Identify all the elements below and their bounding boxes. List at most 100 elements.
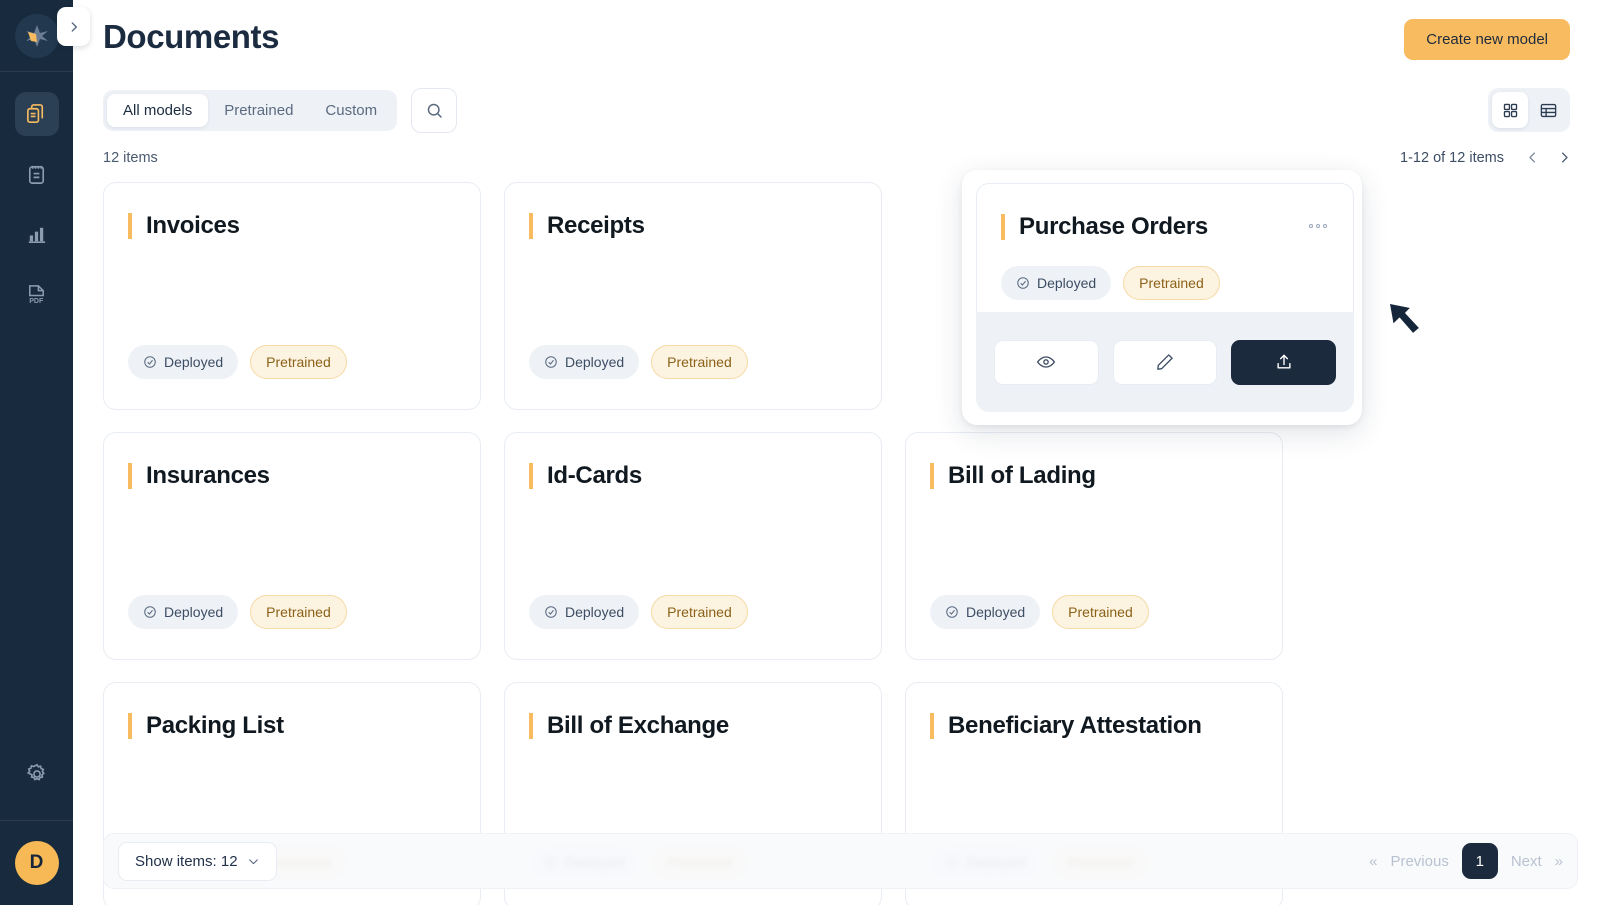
grid-view-button[interactable]	[1492, 92, 1528, 128]
sidebar-nav: PDF	[14, 92, 59, 316]
model-card-invoices[interactable]: Invoices Deployed Pretrained	[103, 182, 481, 410]
pdf-icon: PDF	[29, 284, 44, 305]
search-icon	[427, 103, 442, 118]
sidebar-collapse-button[interactable]	[57, 7, 90, 46]
sidebar-item-pdf[interactable]: PDF	[15, 272, 59, 316]
card-header: Purchase Orders	[1001, 213, 1329, 241]
pagination-bar: Show items: 12 « Previous 1 Next »	[103, 833, 1578, 889]
status-badge-pretrained: Pretrained	[1052, 595, 1149, 629]
model-card-bill-of-lading[interactable]: Bill of Lading Deployed Pretrained	[905, 432, 1283, 660]
filter-row: All models Pretrained Custom	[103, 88, 458, 133]
show-items-dropdown[interactable]: Show items: 12	[118, 841, 277, 881]
clipboard-icon	[28, 165, 45, 184]
more-options-icon	[1309, 224, 1313, 228]
svg-text:PDF: PDF	[29, 297, 44, 305]
status-badge-deployed: Deployed	[128, 595, 239, 629]
search-button[interactable]	[411, 88, 458, 133]
chevron-right-icon	[1561, 152, 1568, 162]
range-info: 1-12 of 12 items	[1400, 150, 1504, 166]
check-circle-icon	[545, 606, 557, 618]
check-circle-icon	[1017, 277, 1029, 290]
logo-star-icon	[25, 24, 48, 47]
card-title: Insurances	[128, 462, 270, 490]
card-badges: Deployed Pretrained	[930, 595, 1258, 629]
tab-pretrained[interactable]: Pretrained	[208, 94, 309, 127]
card-title: Receipts	[529, 212, 645, 240]
page-number-1[interactable]: 1	[1461, 843, 1498, 879]
check-circle-icon	[144, 356, 156, 368]
badge-label: Deployed	[565, 604, 625, 620]
upload-action-button[interactable]	[1231, 339, 1337, 385]
next-page-button[interactable]: Next	[1511, 853, 1542, 870]
view-mode-toggle	[1488, 88, 1570, 132]
badge-label: Deployed	[966, 604, 1026, 620]
model-filter-tabs: All models Pretrained Custom	[103, 90, 398, 131]
card-more-options-button[interactable]	[1309, 214, 1329, 228]
tab-all-models[interactable]: All models	[107, 94, 209, 127]
create-new-model-button[interactable]: Create new model	[1404, 19, 1570, 60]
check-circle-icon	[946, 606, 958, 618]
avatar[interactable]: D	[14, 841, 59, 885]
card-title: Invoices	[128, 212, 240, 240]
badge-label: Deployed	[1037, 275, 1097, 292]
model-card-insurances[interactable]: Insurances Deployed Pretrained	[103, 432, 481, 660]
range-next-button[interactable]	[1554, 146, 1574, 168]
badge-label: Deployed	[164, 354, 224, 370]
model-card-id-cards[interactable]: Id-Cards Deployed Pretrained	[504, 432, 882, 660]
documents-icon	[27, 103, 44, 123]
tab-custom[interactable]: Custom	[309, 94, 393, 127]
previous-page-button[interactable]: Previous	[1390, 853, 1448, 870]
range-navigation	[1522, 146, 1574, 168]
card-badges: Deployed Pretrained	[529, 595, 857, 629]
card-badges: Deployed Pretrained	[128, 595, 456, 629]
card-title: Beneficiary Attestation	[930, 712, 1202, 740]
card-badges: Deployed Pretrained	[1001, 266, 1329, 301]
last-page-button[interactable]: »	[1555, 853, 1563, 870]
status-badge-pretrained: Pretrained	[651, 595, 748, 629]
card-badges: Deployed Pretrained	[529, 345, 857, 379]
card-header: Bill of Lading	[930, 462, 1258, 490]
status-badge-pretrained: Pretrained	[250, 345, 347, 379]
app-logo[interactable]	[14, 13, 59, 58]
status-badge-deployed: Deployed	[128, 345, 239, 379]
sidebar-item-documents[interactable]	[14, 92, 59, 136]
range-prev-button[interactable]	[1522, 146, 1542, 168]
card-header: Beneficiary Attestation	[930, 712, 1258, 740]
gear-icon	[26, 763, 45, 781]
badge-label: Deployed	[164, 604, 224, 620]
first-page-button[interactable]: «	[1369, 853, 1377, 870]
status-badge-deployed: Deployed	[1001, 266, 1112, 301]
model-card-receipts[interactable]: Receipts Deployed Pretrained	[504, 182, 882, 410]
status-badge-pretrained: Pretrained	[651, 345, 748, 379]
card-title: Purchase Orders	[1001, 213, 1208, 241]
sidebar: PDF D	[0, 0, 73, 905]
check-circle-icon	[545, 356, 557, 368]
card-title: Id-Cards	[529, 462, 642, 490]
chevron-right-icon	[71, 21, 77, 32]
status-badge-deployed: Deployed	[529, 595, 640, 629]
avatar-container: D	[0, 821, 73, 905]
edit-action-button[interactable]	[1112, 339, 1218, 385]
main-content: Documents Create new model All models Pr…	[73, 0, 1600, 905]
sidebar-item-forms[interactable]	[15, 152, 59, 196]
show-items-label: Show items: 12	[135, 852, 238, 870]
sidebar-item-settings[interactable]	[15, 752, 59, 796]
page-title: Documents	[103, 18, 280, 55]
chevron-left-icon	[1528, 152, 1535, 162]
more-options-icon	[1316, 224, 1320, 228]
eye-icon	[1037, 356, 1056, 368]
view-action-button[interactable]	[994, 339, 1099, 385]
check-circle-icon	[144, 606, 156, 618]
app-root: PDF D Documents Create new model All mod…	[0, 0, 1600, 905]
upload-icon	[1277, 354, 1291, 369]
card-header: Insurances	[128, 462, 456, 490]
card-title: Bill of Lading	[930, 462, 1096, 490]
sidebar-item-analytics[interactable]	[15, 212, 59, 256]
card-badges: Deployed Pretrained	[128, 345, 456, 379]
model-card-purchase-orders-hovered[interactable]: Purchase Orders Deployed Pretrained	[962, 170, 1362, 425]
chevron-down-icon	[248, 858, 258, 864]
card-title: Bill of Exchange	[529, 712, 729, 740]
table-view-button[interactable]	[1530, 92, 1566, 128]
pagination-controls: « Previous 1 Next »	[1369, 843, 1563, 879]
status-badge-deployed: Deployed	[529, 345, 640, 379]
